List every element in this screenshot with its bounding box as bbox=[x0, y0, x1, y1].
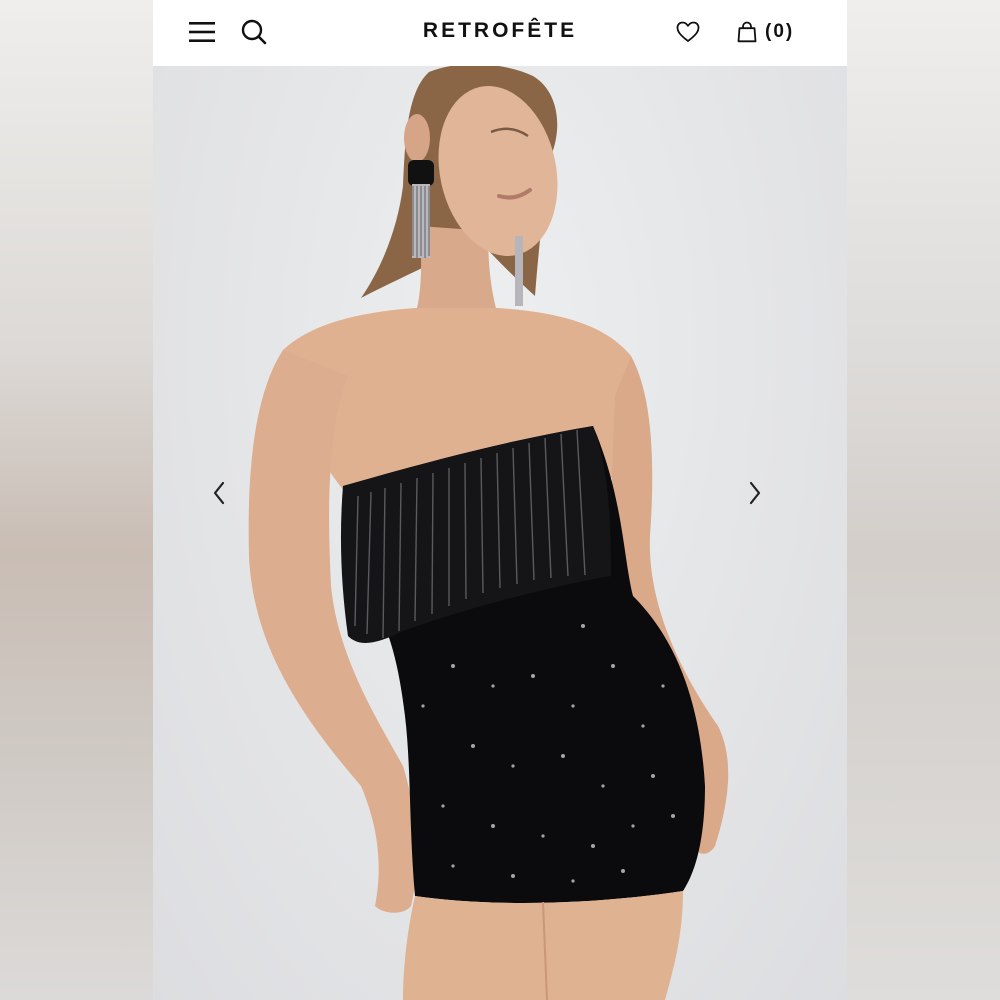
product-image-carousel[interactable] bbox=[153, 66, 847, 1000]
app-screen: RETROFÊTE (0) bbox=[153, 0, 847, 1000]
shopping-bag-icon bbox=[737, 21, 757, 43]
shopping-bag-button[interactable]: (0) bbox=[737, 16, 817, 48]
wishlist-button[interactable] bbox=[673, 16, 703, 48]
next-image-button[interactable] bbox=[747, 480, 787, 520]
previous-image-button[interactable] bbox=[211, 480, 251, 520]
header-bar: RETROFÊTE (0) bbox=[153, 0, 847, 66]
chevron-right-icon bbox=[749, 481, 761, 505]
background-blur-right bbox=[847, 0, 1000, 1000]
chevron-left-icon bbox=[213, 481, 225, 505]
bag-count: (0) bbox=[765, 21, 795, 42]
product-photo bbox=[248, 66, 729, 1000]
heart-icon bbox=[676, 21, 700, 42]
background-blur-left bbox=[0, 0, 153, 1000]
